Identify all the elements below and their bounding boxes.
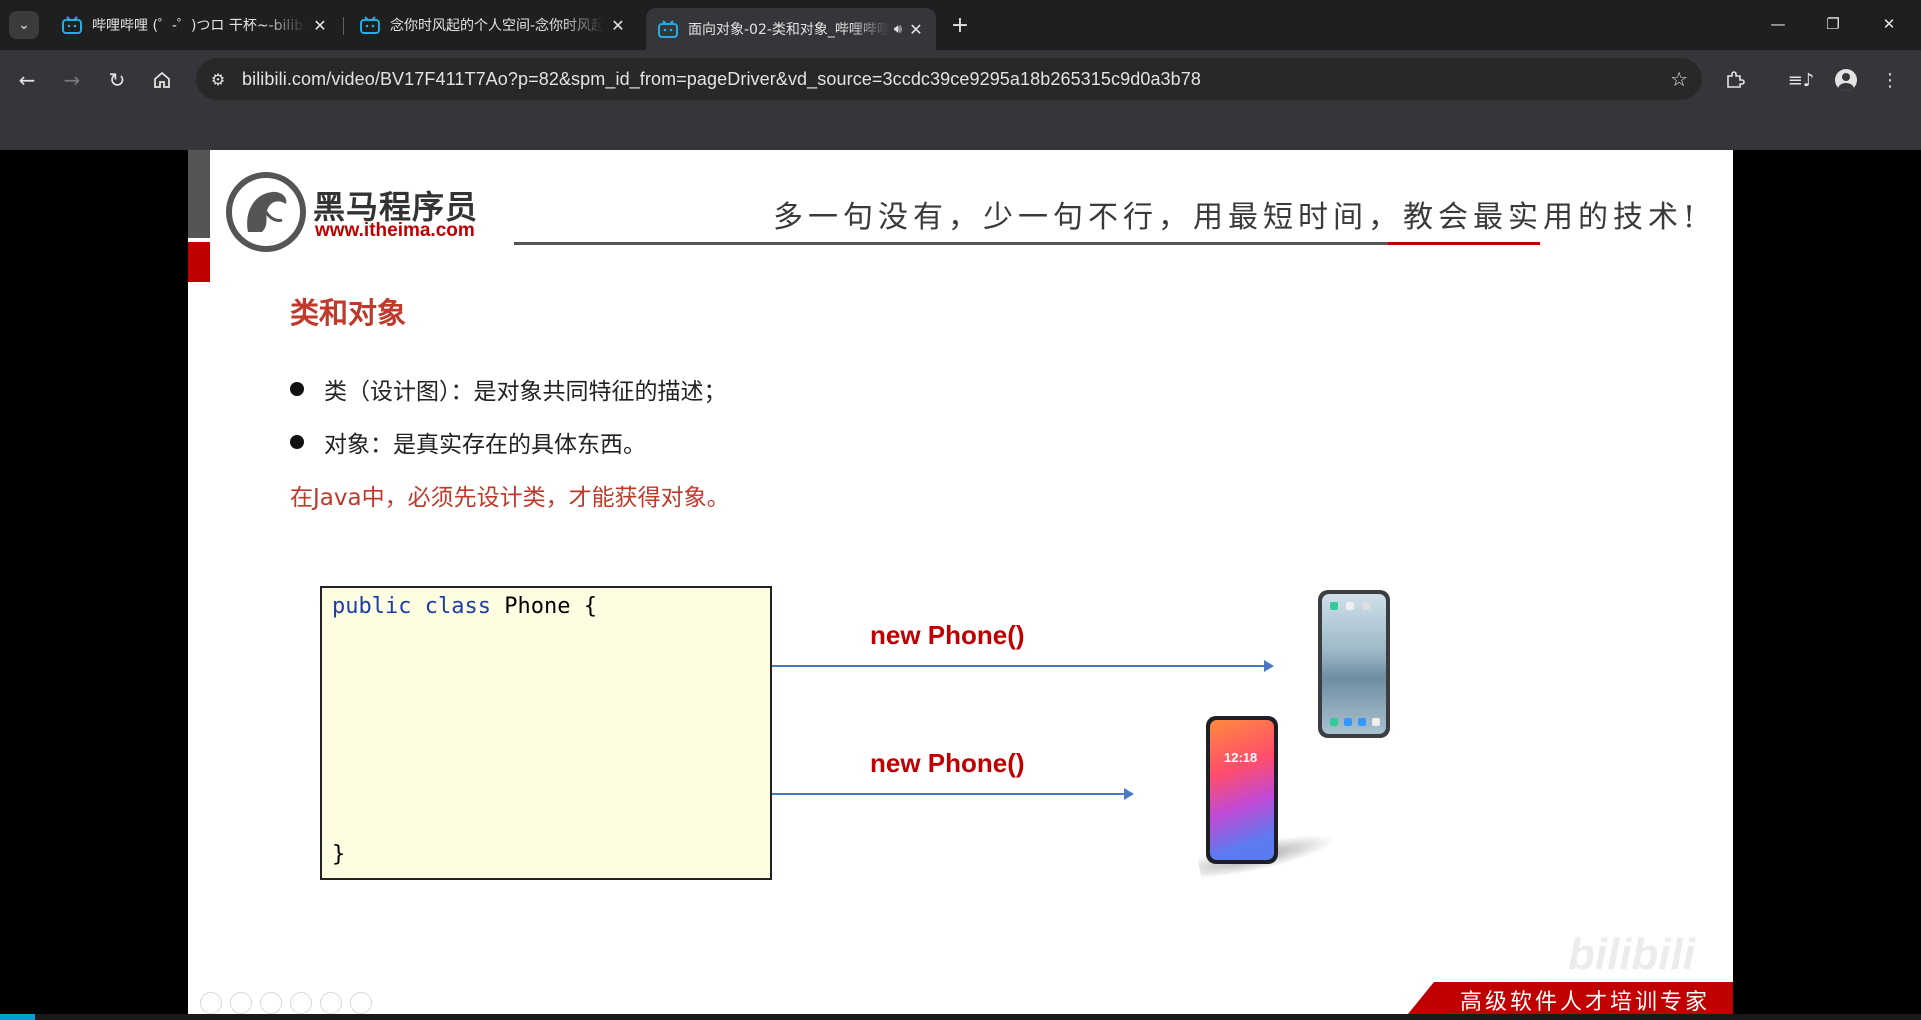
- tab-current-video[interactable]: 面向对象-02-类和对象_哔哩哔哩_bilibili 🔊︎ ✕: [646, 8, 936, 50]
- slide-controls: [200, 992, 372, 1014]
- app-icon: [1358, 718, 1366, 726]
- minimize-icon: —: [1770, 15, 1786, 33]
- close-tab-icon[interactable]: ✕: [608, 15, 628, 35]
- logo-url: www.itheima.com: [315, 220, 475, 241]
- slide-accent-gray: [188, 150, 210, 238]
- browser-menu-button[interactable]: ⋮: [1873, 63, 1907, 97]
- bilibili-favicon-icon: [62, 16, 82, 34]
- bilibili-watermark: bilibili: [1568, 930, 1696, 979]
- kebab-menu-icon: ⋮: [1881, 69, 1899, 91]
- restore-icon: ❐: [1826, 15, 1840, 33]
- video-progress-bar[interactable]: [0, 1014, 1921, 1020]
- media-control-icon: ≡♪: [1787, 69, 1815, 91]
- bilibili-favicon-icon: [658, 20, 678, 38]
- phone-screen: 12:18: [1210, 720, 1274, 860]
- arrow-label-1: new Phone(): [870, 620, 1025, 650]
- back-button[interactable]: ←: [10, 63, 44, 97]
- tab-bilibili-home[interactable]: 哔哩哔哩 (゜-゜)つロ 干杯~-bilibili ✕: [50, 8, 340, 42]
- bullet-dot-icon: [290, 435, 304, 449]
- browser-toolbar: ← → ↻ ⚙ bilibili.com/video/BV17F411T7Ao?…: [0, 50, 1921, 150]
- tab-user-space[interactable]: 念你时风起的个人空间-念你时风起个人主页 ✕: [348, 8, 638, 42]
- close-tab-icon[interactable]: ✕: [906, 19, 926, 39]
- app-icon: [1372, 718, 1380, 726]
- app-icon: [1330, 602, 1338, 610]
- pen-icon[interactable]: [260, 992, 282, 1014]
- arrow-to-phone-1: [772, 660, 1274, 672]
- app-icon: [1344, 718, 1352, 726]
- phone-image-2: 12:18: [1206, 716, 1278, 864]
- bullet-item: 类（设计图）：是对象共同特征的描述；: [290, 372, 727, 406]
- bullet-text: 类（设计图）：是对象共同特征的描述；: [324, 379, 727, 405]
- arrow-to-phone-2: [772, 788, 1134, 800]
- plus-icon: +: [950, 12, 970, 38]
- profile-button[interactable]: [1829, 63, 1863, 97]
- video-player[interactable]: 黑马程序员 www.itheima.com 多一句没有，少一句不行，用最短时间，…: [0, 150, 1921, 1020]
- slide: 黑马程序员 www.itheima.com 多一句没有，少一句不行，用最短时间，…: [188, 150, 1733, 1014]
- arrow-label-2: new Phone(): [870, 748, 1025, 778]
- close-window-button[interactable]: ✕: [1866, 6, 1912, 42]
- slides-icon[interactable]: [290, 992, 312, 1014]
- bullet-dot-icon: [290, 382, 304, 396]
- site-info-button[interactable]: ⚙: [206, 67, 230, 91]
- close-tab-icon[interactable]: ✕: [310, 15, 330, 35]
- code-class-name: Phone {: [504, 594, 597, 619]
- tab-title: 哔哩哔哩 (゜-゜)つロ 干杯~-bilibili: [92, 18, 306, 34]
- tab-separator: [343, 17, 344, 35]
- arrow-right-icon: →: [63, 68, 81, 92]
- profile-icon: [1835, 69, 1857, 91]
- media-control-button[interactable]: ≡♪: [1784, 63, 1818, 97]
- slide-accent-red: [188, 242, 210, 282]
- tab-search-button[interactable]: ⌄: [9, 11, 39, 39]
- itheima-logo-icon: [226, 172, 306, 252]
- reload-icon: ↻: [108, 68, 126, 92]
- app-icon: [1362, 602, 1370, 610]
- restore-button[interactable]: ❐: [1810, 6, 1856, 42]
- code-line-class-header: public class Phone {: [332, 594, 597, 619]
- tab-title: 面向对象-02-类和对象_哔哩哔哩_bilibili: [688, 22, 890, 38]
- video-progress-fill: [0, 1014, 35, 1020]
- slogan: 多一句没有，少一句不行，用最短时间，教会最实用的技术!: [773, 200, 1701, 235]
- minimize-button[interactable]: —: [1755, 6, 1801, 42]
- slide-title: 类和对象: [290, 296, 407, 330]
- tab-strip: ⌄ 哔哩哔哩 (゜-゜)つロ 干杯~-bilibili ✕ 念你时风起的个人空间…: [0, 0, 1921, 50]
- tune-icon: ⚙: [210, 69, 226, 89]
- bullet-text: 对象：是真实存在的具体东西。: [324, 432, 646, 458]
- home-button[interactable]: [145, 63, 179, 97]
- code-closing-brace: }: [332, 842, 346, 867]
- next-slide-icon[interactable]: [230, 992, 252, 1014]
- header-rule-accent: [1388, 242, 1540, 245]
- java-note: 在Java中，必须先设计类，才能获得对象。: [290, 485, 730, 511]
- app-icon: [1346, 602, 1354, 610]
- forward-button[interactable]: →: [55, 63, 89, 97]
- phone-screen: [1322, 594, 1386, 734]
- bilibili-favicon-icon: [360, 16, 380, 34]
- chevron-down-icon: ⌄: [18, 17, 30, 33]
- home-icon: [154, 71, 170, 88]
- zoom-icon[interactable]: [320, 992, 342, 1014]
- puzzle-icon: [1727, 71, 1745, 88]
- code-keyword: public: [332, 594, 412, 619]
- reload-button[interactable]: ↻: [100, 63, 134, 97]
- url-text[interactable]: bilibili.com/video/BV17F411T7Ao?p=82&spm…: [242, 69, 1201, 90]
- new-tab-button[interactable]: +: [946, 11, 974, 39]
- phone-clock: 12:18: [1224, 750, 1258, 765]
- close-icon: ✕: [1882, 15, 1896, 33]
- header-rule: [514, 242, 1394, 245]
- arrow-left-icon: ←: [18, 68, 36, 92]
- prev-slide-icon[interactable]: [200, 992, 222, 1014]
- code-keyword: class: [424, 594, 491, 619]
- footer-slogan: 高级软件人才培训专家: [1460, 990, 1711, 1014]
- tab-title: 念你时风起的个人空间-念你时风起个人主页: [390, 18, 604, 34]
- address-bar[interactable]: ⚙ bilibili.com/video/BV17F411T7Ao?p=82&s…: [196, 58, 1702, 100]
- more-icon[interactable]: [350, 992, 372, 1014]
- app-icon: [1330, 718, 1338, 726]
- extensions-button[interactable]: [1718, 63, 1752, 97]
- star-icon[interactable]: ☆: [1670, 67, 1688, 91]
- bullet-item: 对象：是真实存在的具体东西。: [290, 425, 646, 459]
- phone-image-1: [1318, 590, 1390, 738]
- audio-playing-icon[interactable]: 🔊︎: [894, 22, 902, 37]
- code-box: public class Phone { }: [320, 586, 772, 880]
